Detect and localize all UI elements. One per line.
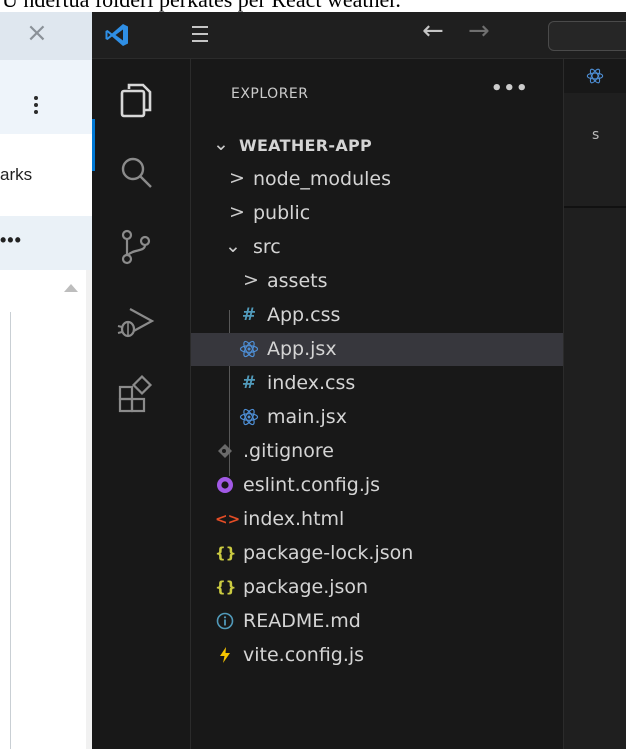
chevron-right-icon: > bbox=[243, 269, 259, 291]
explorer-title: EXPLORER bbox=[231, 86, 309, 102]
tree-row-label: .gitignore bbox=[243, 440, 334, 462]
browser-menu-icon[interactable] bbox=[34, 96, 40, 117]
tree-file-index-css[interactable]: # index.css bbox=[191, 367, 563, 400]
tree-row-label: public bbox=[253, 202, 311, 224]
explorer-sidebar: EXPLORER ••• ⌄ WEATHER-APP > node_module… bbox=[191, 59, 563, 749]
browser-toolbar bbox=[0, 60, 92, 134]
tree-folder-public[interactable]: > public bbox=[191, 197, 563, 230]
info-file-icon bbox=[216, 612, 234, 630]
browser-page bbox=[0, 270, 92, 749]
vscode-window: ← → EXPLORER ••• ⌄ WEATHER-APP > node_mo… bbox=[92, 12, 626, 749]
tree-folder-assets[interactable]: > assets bbox=[191, 265, 563, 298]
react-file-icon[interactable] bbox=[586, 67, 604, 85]
chevron-right-icon: > bbox=[229, 167, 245, 189]
tree-file-eslint-config[interactable]: eslint.config.js bbox=[191, 469, 563, 502]
tree-file-app-css[interactable]: # App.css bbox=[191, 299, 563, 332]
browser-window: × arks ••• bbox=[0, 12, 92, 749]
editor-area: s bbox=[563, 59, 626, 749]
hamburger-menu-icon[interactable] bbox=[192, 26, 208, 47]
tree-row-label: src bbox=[253, 236, 281, 258]
document-caption: U ndertua folderi përkatës për React wea… bbox=[0, 0, 626, 12]
files-icon[interactable] bbox=[114, 77, 158, 121]
page-more-button[interactable]: ••• bbox=[0, 230, 22, 251]
json-file-icon: {} bbox=[215, 544, 237, 562]
tree-row-label: WEATHER-APP bbox=[239, 136, 373, 155]
tree-file-main-jsx[interactable]: main.jsx bbox=[191, 401, 563, 434]
editor-divider bbox=[564, 206, 626, 208]
tree-folder-src[interactable]: ⌄ src bbox=[191, 231, 563, 264]
tree-root-folder[interactable]: ⌄ WEATHER-APP bbox=[191, 129, 563, 162]
vscode-logo-icon bbox=[105, 24, 128, 46]
css-file-icon: # bbox=[241, 373, 257, 393]
tree-file-app-jsx[interactable]: App.jsx bbox=[191, 333, 563, 366]
all-bookmarks-link[interactable]: arks bbox=[0, 165, 32, 185]
tree-row-label: main.jsx bbox=[267, 406, 347, 428]
tree-row-label: index.css bbox=[267, 372, 356, 394]
run-debug-icon[interactable] bbox=[114, 299, 158, 343]
react-file-icon bbox=[239, 408, 259, 426]
explorer-more-actions-button[interactable]: ••• bbox=[491, 78, 529, 99]
source-control-icon[interactable] bbox=[114, 225, 158, 269]
css-file-icon: # bbox=[241, 305, 257, 325]
tree-row-label: package-lock.json bbox=[243, 542, 414, 564]
close-tab-icon[interactable]: × bbox=[26, 18, 48, 48]
chevron-down-icon: ⌄ bbox=[213, 133, 229, 155]
tree-row-label: eslint.config.js bbox=[243, 474, 381, 496]
extensions-icon[interactable] bbox=[114, 373, 158, 417]
active-view-indicator bbox=[92, 119, 95, 171]
tree-file-vite-config[interactable]: vite.config.js bbox=[191, 639, 563, 672]
json-file-icon: {} bbox=[215, 578, 237, 596]
git-file-icon bbox=[218, 444, 232, 458]
chevron-down-icon: ⌄ bbox=[225, 235, 241, 257]
react-file-icon bbox=[239, 340, 259, 358]
tree-file-package-json[interactable]: {} package.json bbox=[191, 571, 563, 604]
tree-row-label: index.html bbox=[243, 508, 345, 530]
tree-file-gitignore[interactable]: .gitignore bbox=[191, 435, 563, 468]
tree-file-package-lock-json[interactable]: {} package-lock.json bbox=[191, 537, 563, 570]
tree-row-label: assets bbox=[267, 270, 328, 292]
vite-file-icon bbox=[220, 647, 230, 663]
search-icon[interactable] bbox=[114, 151, 158, 195]
title-bar: ← → bbox=[92, 12, 626, 59]
tree-file-index-html[interactable]: <> index.html bbox=[191, 503, 563, 536]
forward-arrow-icon[interactable]: → bbox=[468, 16, 490, 46]
page-divider bbox=[10, 312, 11, 749]
editor-breadcrumb[interactable]: s bbox=[592, 127, 599, 143]
activity-bar bbox=[92, 59, 191, 749]
caption-text: U ndertua folderi përkatës për React wea… bbox=[2, 0, 401, 12]
tree-row-label: package.json bbox=[243, 576, 369, 598]
tree-row-label: node_modules bbox=[253, 168, 392, 190]
scroll-up-icon[interactable] bbox=[64, 284, 78, 292]
tree-row-label: vite.config.js bbox=[243, 644, 365, 666]
tree-row-label: README.md bbox=[243, 610, 361, 632]
tree-row-label: App.css bbox=[267, 304, 341, 326]
html-file-icon: <> bbox=[215, 510, 241, 528]
eslint-file-icon bbox=[217, 477, 233, 493]
chevron-right-icon: > bbox=[229, 201, 245, 223]
back-arrow-icon[interactable]: ← bbox=[422, 16, 444, 46]
tree-file-readme[interactable]: README.md bbox=[191, 605, 563, 638]
tree-row-label: App.jsx bbox=[267, 338, 337, 360]
tree-folder-node-modules[interactable]: > node_modules bbox=[191, 163, 563, 196]
command-center-search[interactable] bbox=[548, 21, 626, 51]
